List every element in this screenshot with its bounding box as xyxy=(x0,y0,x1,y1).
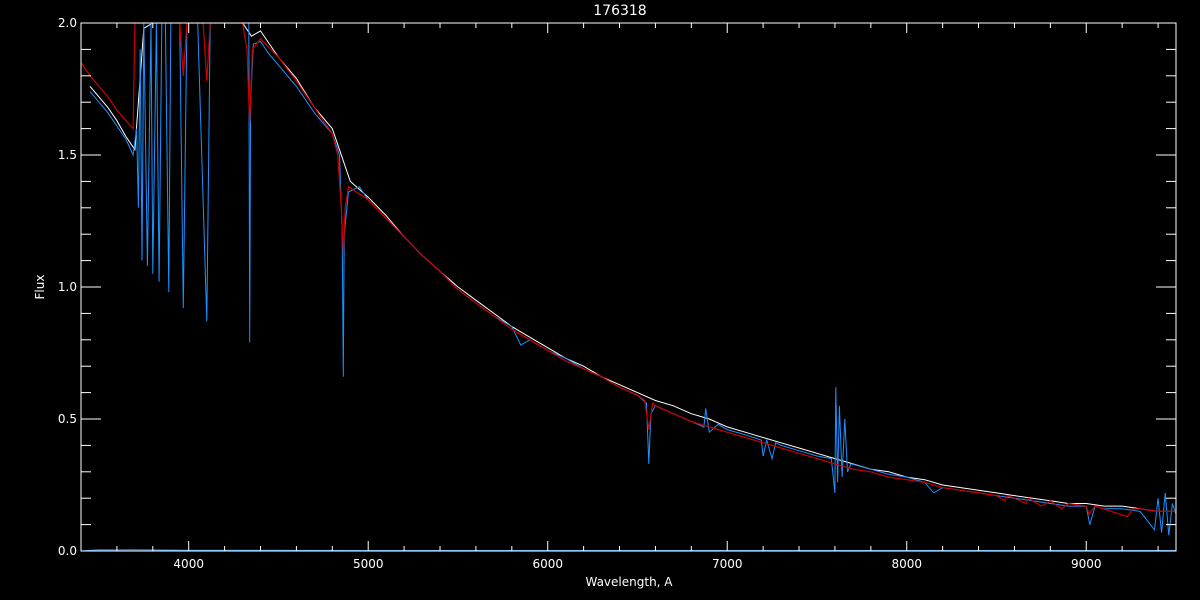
y-tick-label: 0.5 xyxy=(58,412,77,426)
y-tick-label: 1.0 xyxy=(58,280,77,294)
y-axis-label: Flux xyxy=(33,275,47,300)
x-tick-label: 4000 xyxy=(173,557,204,571)
x-tick-label: 7000 xyxy=(712,557,743,571)
y-tick-label: 2.0 xyxy=(58,16,77,30)
chart-title: 176318 xyxy=(593,3,646,19)
x-axis-label: Wavelength, A xyxy=(585,575,673,589)
y-tick-label: 0.0 xyxy=(58,544,77,558)
spectrum-chart: 4000 5000 6000 7000 8000 9000 0.0 0.5 1.0 1.5 2.0… xyxy=(0,0,1200,600)
x-tick-label: 5000 xyxy=(353,557,384,571)
x-tick-label: 9000 xyxy=(1071,557,1102,571)
x-tick-label: 8000 xyxy=(891,557,922,571)
y-tick-label: 1.5 xyxy=(58,148,77,162)
x-tick-label: 6000 xyxy=(532,557,563,571)
chart-background xyxy=(0,0,1200,600)
